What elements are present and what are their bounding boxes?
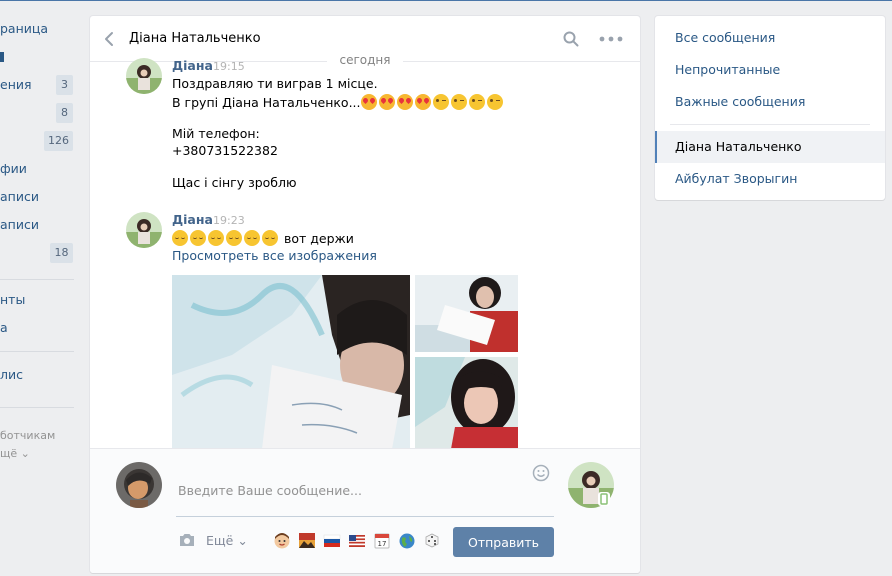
game-die-icon[interactable] bbox=[423, 532, 441, 549]
message-composer: Ещё ⌄ 17 Отправить bbox=[90, 448, 640, 573]
message-author[interactable]: Діана bbox=[172, 58, 213, 73]
photo-attachment[interactable] bbox=[415, 275, 518, 352]
message-text: Поздравляю ти виграв 1 місце. bbox=[172, 76, 378, 91]
footer-more-link[interactable]: щё ⌄ bbox=[0, 447, 30, 460]
usa-flag-icon[interactable] bbox=[348, 532, 366, 549]
search-icon[interactable] bbox=[562, 30, 580, 48]
nav-separator bbox=[0, 407, 74, 408]
nav-item-news[interactable] bbox=[0, 52, 4, 62]
message-text: Мій телефон: bbox=[172, 126, 260, 141]
message-text-part: вот держи bbox=[283, 231, 354, 246]
relieved-emoji-icon bbox=[262, 230, 278, 246]
photo-attachment-large[interactable] bbox=[172, 275, 410, 449]
mobile-online-icon bbox=[598, 492, 610, 506]
nav-count-messages: 3 bbox=[56, 75, 73, 95]
filter-all-messages[interactable]: Все сообщения bbox=[655, 22, 885, 54]
heart-eyes-emoji-icon bbox=[396, 94, 413, 110]
relieved-emoji-icon bbox=[226, 230, 242, 246]
more-attachments-label: Ещё bbox=[206, 533, 234, 548]
chat-title[interactable]: Діана Натальченко bbox=[129, 31, 261, 46]
nav-count-groups: 126 bbox=[44, 131, 73, 151]
nav-item-ads[interactable]: лис bbox=[0, 364, 23, 386]
nav-separator bbox=[0, 351, 74, 352]
message-text: вот держи bbox=[172, 230, 354, 246]
heart-eyes-emoji-icon bbox=[414, 94, 431, 110]
svg-text:17: 17 bbox=[378, 540, 387, 548]
calendar-icon[interactable]: 17 bbox=[373, 532, 391, 549]
message-time[interactable]: 19:15 bbox=[213, 60, 245, 73]
sender-avatar[interactable] bbox=[126, 212, 162, 248]
relieved-emoji-icon bbox=[208, 230, 224, 246]
date-separator: сегодня bbox=[327, 53, 403, 67]
boy-face-emoji-icon[interactable] bbox=[273, 532, 291, 549]
filter-important[interactable]: Важные сообщения bbox=[655, 86, 885, 118]
photo-attachment[interactable] bbox=[415, 357, 518, 449]
footer-developers-link[interactable]: ботчикам bbox=[0, 429, 55, 442]
nav-item-documents[interactable]: нты bbox=[0, 289, 25, 311]
heart-eyes-emoji-icon bbox=[378, 94, 395, 110]
nav-count-games: 18 bbox=[50, 243, 73, 263]
sender-avatar[interactable] bbox=[126, 58, 162, 94]
message-phone: +380731522382 bbox=[172, 143, 278, 158]
chevron-down-icon: ⌄ bbox=[237, 533, 248, 548]
sunset-landscape-icon[interactable] bbox=[298, 532, 316, 549]
smile-icon[interactable] bbox=[532, 464, 550, 482]
chevron-down-icon: ⌄ bbox=[20, 447, 30, 460]
nav-item-messages[interactable]: ения bbox=[0, 74, 32, 96]
heart-eyes-emoji-icon bbox=[360, 94, 377, 110]
chat-panel: Діана Натальченко сегодня Діана 19:15 По… bbox=[90, 16, 640, 573]
back-icon[interactable] bbox=[102, 29, 118, 49]
message-time[interactable]: 19:23 bbox=[213, 214, 245, 227]
message-text: Щас і сінгу зроблю bbox=[172, 175, 297, 190]
wink-emoji-icon bbox=[450, 94, 467, 110]
nav-item-market[interactable]: а bbox=[0, 317, 8, 339]
nav-item-audio[interactable]: аписи bbox=[0, 186, 39, 208]
footer-more-label: щё bbox=[0, 447, 18, 460]
my-avatar[interactable] bbox=[116, 462, 162, 508]
filter-unread[interactable]: Непрочитанные bbox=[655, 54, 885, 86]
top-border bbox=[0, 0, 892, 1]
message-text: В групі Діана Натальченко... bbox=[172, 94, 505, 110]
camera-icon[interactable] bbox=[178, 532, 196, 548]
nav-separator bbox=[0, 279, 74, 280]
nav-item-video[interactable]: аписи bbox=[0, 214, 39, 236]
message-author[interactable]: Діана bbox=[172, 212, 213, 227]
view-all-images-link[interactable]: Просмотреть все изображения bbox=[172, 248, 377, 263]
wink-emoji-icon bbox=[432, 94, 449, 110]
nav-item-photos[interactable]: фии bbox=[0, 158, 27, 180]
relieved-emoji-icon bbox=[190, 230, 206, 246]
relieved-emoji-icon bbox=[244, 230, 260, 246]
conversation-item[interactable]: Айбулат Зворыгин bbox=[655, 163, 885, 195]
conversation-item-active[interactable]: Діана Натальченко bbox=[655, 131, 885, 163]
wink-emoji-icon bbox=[468, 94, 485, 110]
globe-icon[interactable] bbox=[398, 532, 416, 549]
more-attachments-button[interactable]: Ещё ⌄ bbox=[206, 533, 248, 548]
message-text-part: В групі Діана Натальченко... bbox=[172, 95, 361, 110]
more-options-icon[interactable] bbox=[599, 30, 623, 48]
send-button[interactable]: Отправить bbox=[453, 527, 554, 557]
nav-count-friends: 8 bbox=[56, 103, 73, 123]
message-filters-panel: Все сообщения Непрочитанные Важные сообщ… bbox=[655, 16, 885, 200]
wink-emoji-icon bbox=[486, 94, 503, 110]
russia-flag-icon[interactable] bbox=[323, 532, 341, 549]
nav-item-my-page[interactable]: раница bbox=[0, 18, 48, 40]
message-input[interactable] bbox=[176, 465, 554, 517]
relieved-emoji-icon bbox=[172, 230, 188, 246]
left-nav: раница ения 3 8 126 фии аписи аписи 18 н… bbox=[0, 0, 80, 576]
filter-separator bbox=[670, 124, 870, 125]
